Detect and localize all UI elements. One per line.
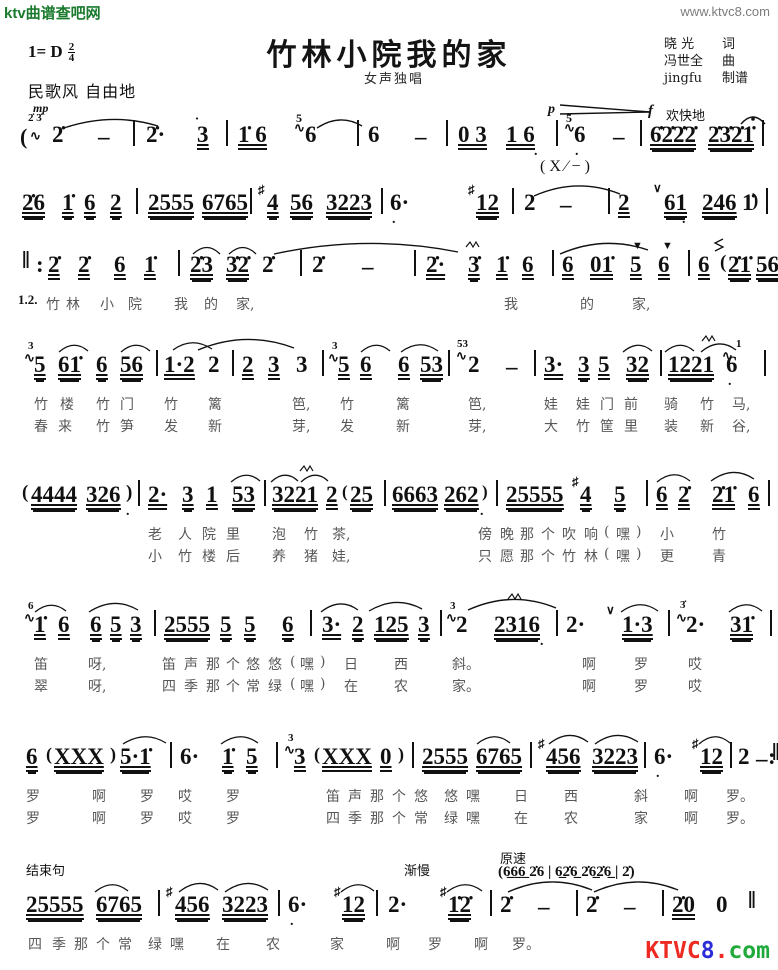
slur-icon [594, 734, 639, 745]
slur-icon [122, 736, 167, 745]
logo-part-dot: . [714, 938, 729, 964]
slur-icon [656, 474, 691, 483]
credit-lyricist-name: 晓 光 [663, 37, 695, 52]
slur-icon [360, 344, 391, 353]
site-url: www.ktvc8.com [680, 4, 770, 19]
slur-icon [664, 344, 695, 353]
slur-icon [178, 882, 219, 893]
dynamic-p: p [548, 102, 555, 117]
time-signature-numerator: 2 [67, 40, 76, 53]
hairpin-icon [560, 104, 651, 115]
fermata-icon [740, 116, 766, 125]
logo-part-ktv: KTV [645, 938, 687, 964]
slur-icon [476, 736, 511, 745]
time-signature: 24 [67, 40, 76, 64]
slur-icon [368, 601, 423, 612]
slur-icon [400, 344, 439, 353]
key-signature: 1= D24 [28, 40, 76, 64]
logo-part-com: com [728, 938, 770, 964]
slur-icon [197, 338, 295, 351]
credits: 晓 光 词 冯世全 曲 jingfu 制谱 [664, 36, 748, 87]
lyrics-row-1: 竹楼 竹门 竹篱 笆, 竹篱 笆, 娃娃门前 骑竹马, [34, 397, 751, 413]
credit-composer-role: 曲 [721, 54, 735, 69]
slur-icon [273, 242, 459, 255]
time-signature-denominator: 4 [68, 51, 75, 64]
ossia-intro: ( X ⁄ − ) [540, 158, 590, 175]
lyrics-row-2: 罗啊罗哎罗 四季那个常 绿嘿 在农 家啊罗。 [26, 811, 754, 827]
mordent-icon [507, 592, 522, 601]
note-row: ( 2̇ 3̇ ∿ 2̇ – 2̇· 3 ̇ 1̇ 6 5 ∿ 6 6 – 0 … [0, 111, 778, 164]
slur-icon [230, 474, 261, 483]
note-row: 6 ∿ 1̇ 6 6 5 3 2555 5 5 6 3· 2 125 3 3 ∿… [0, 592, 778, 654]
slur-icon [192, 246, 221, 255]
note-row: 6 ( XXX ) 5·1̇ 6· 1̇ 5 3 ∿ 3 ( XXX 0 ) 2… [26, 732, 778, 781]
slur-icon [88, 602, 139, 613]
lyrics-row-1: 老人院里 泡竹茶, 傍晚那个吹响 (嘿) 小竹 [148, 524, 726, 543]
slur-icon [622, 344, 653, 353]
lyrics-row-1: 笛呀, 笛声那个悠悠 (嘿) 日西 斜。 啊罗哎 [34, 654, 702, 673]
credit-engraver-role: 制谱 [721, 71, 748, 86]
lyrics-row-1: 罗啊罗哎罗 笛声那个悠 悠嘿 日西 斜啊罗。 [26, 789, 754, 805]
ktvc8-logo: KTVC8.com [645, 938, 770, 964]
credit-engraver-name: jingfu [663, 71, 703, 86]
ritardando-label: 渐慢 [404, 864, 431, 879]
mordent-icon [465, 240, 480, 249]
slur-icon [728, 604, 763, 613]
slur-icon [270, 474, 299, 483]
mordent-icon [701, 334, 716, 343]
slur-icon [63, 118, 159, 129]
credit-lyricist: 晓 光词 [664, 36, 748, 53]
slur-icon [220, 736, 259, 745]
score-line-2: 2̇6 1̇ 6 2 2555 6765 ♯ 4 56 3223 6· . ♯ … [0, 181, 778, 232]
slur-icon [316, 119, 363, 129]
score-line-6: 6 ∿ 1̇ 6 6 5 3 2555 5 5 6 3· 2 125 3 3 ∿… [0, 592, 778, 698]
credit-engraver: jingfu 制谱 [664, 70, 748, 87]
slur-icon [593, 881, 679, 893]
site-logo: ktv曲谱查吧网 [4, 5, 101, 22]
lyrics-row-2: 春来 竹笋 发新 芽, 发新 芽, 大竹筐里 装新谷, [34, 419, 751, 435]
slur-icon [710, 471, 755, 482]
logo-part-8: 8 [700, 938, 715, 964]
score-line-7: 6 ( XXX ) 5·1̇ 6· 1̇ 5 3 ∿ 3 ( XXX 0 ) 2… [0, 732, 778, 830]
slur-icon [533, 185, 621, 197]
slur-icon [58, 344, 89, 353]
ending-phrase-label: 结束句 [26, 864, 66, 879]
score-line-1: ( 2̇ 3̇ ∿ 2̇ – 2̇· 3 ̇ 1̇ 6 5 ∿ 6 6 – 0 … [0, 111, 778, 186]
credit-composer: 冯世全 曲 [664, 53, 748, 70]
slur-icon [548, 734, 589, 745]
slur-icon [120, 344, 151, 353]
slur-icon [507, 881, 593, 893]
verse-number: 1.2. [18, 292, 38, 307]
lyrics-row-1: 1.2. 竹林 小院 我的家, 我的家, [18, 292, 651, 313]
note-row: ‖ : 2̇ 2̇ 6 1̇ 2̇3 3̇2̇ 2̇ 2̇ – 2̇· 3̇ 1… [0, 238, 778, 294]
slur-icon [620, 604, 659, 613]
score-line-4: 3 ∿ 5 61̇ 6 56 1·2 2 2 3 3 3 ∿ 5 6 6 53 … [0, 334, 778, 438]
note-row: 25555 6765 ♯ 456 3223 6· . ♯ 12 2· ♯ 1̇2… [0, 881, 778, 934]
lyrics-row-2: 小竹楼后 养猪娃, 只愿那个竹林 (嘿) 更青 [148, 546, 726, 565]
slur-icon [94, 884, 129, 893]
key-signature-text: 1= D [28, 42, 63, 61]
slur-icon [224, 882, 269, 893]
slur-icon [340, 884, 375, 893]
style-indication: 民歌风 自由地 [28, 82, 137, 101]
score-line-3: ‖ : 2̇ 2̇ 6 1̇ 2̇3 3̇2̇ 2̇ 2̇ – 2̇· 3̇ 1… [0, 238, 778, 316]
logo-part-c: C [686, 938, 701, 964]
credit-lyricist-role: 词 [721, 37, 735, 52]
slur-icon [698, 736, 731, 745]
slur-icon [228, 246, 257, 255]
lyrics-row-2: 翠呀, 四季那个常绿 (嘿) 在农 家。 啊罗哎 [34, 676, 702, 695]
score-line-5: ( 4444 326 . ) 2· 3 1 53 3221 2 ( 25 666… [0, 464, 778, 568]
slur-icon [446, 884, 483, 893]
slur-icon [34, 604, 67, 613]
glissando-icon [713, 238, 725, 252]
credit-composer-name: 冯世全 [663, 54, 703, 69]
mordent-icon [299, 464, 314, 473]
slur-icon [320, 603, 359, 613]
sheet-music-page: ktv曲谱查吧网 www.ktvc8.com 竹林小院我的家 女声独唱 晓 光词… [0, 0, 778, 970]
note-row: 2̇6 1̇ 6 2 2555 6765 ♯ 4 56 3223 6· . ♯ … [0, 181, 778, 232]
note-row: ( 4444 326 . ) 2· 3 1 53 3221 2 ( 25 666… [0, 464, 778, 524]
note-row: 3 ∿ 5 61̇ 6 56 1·2 2 2 3 3 3 ∿ 5 6 6 53 … [0, 334, 778, 394]
